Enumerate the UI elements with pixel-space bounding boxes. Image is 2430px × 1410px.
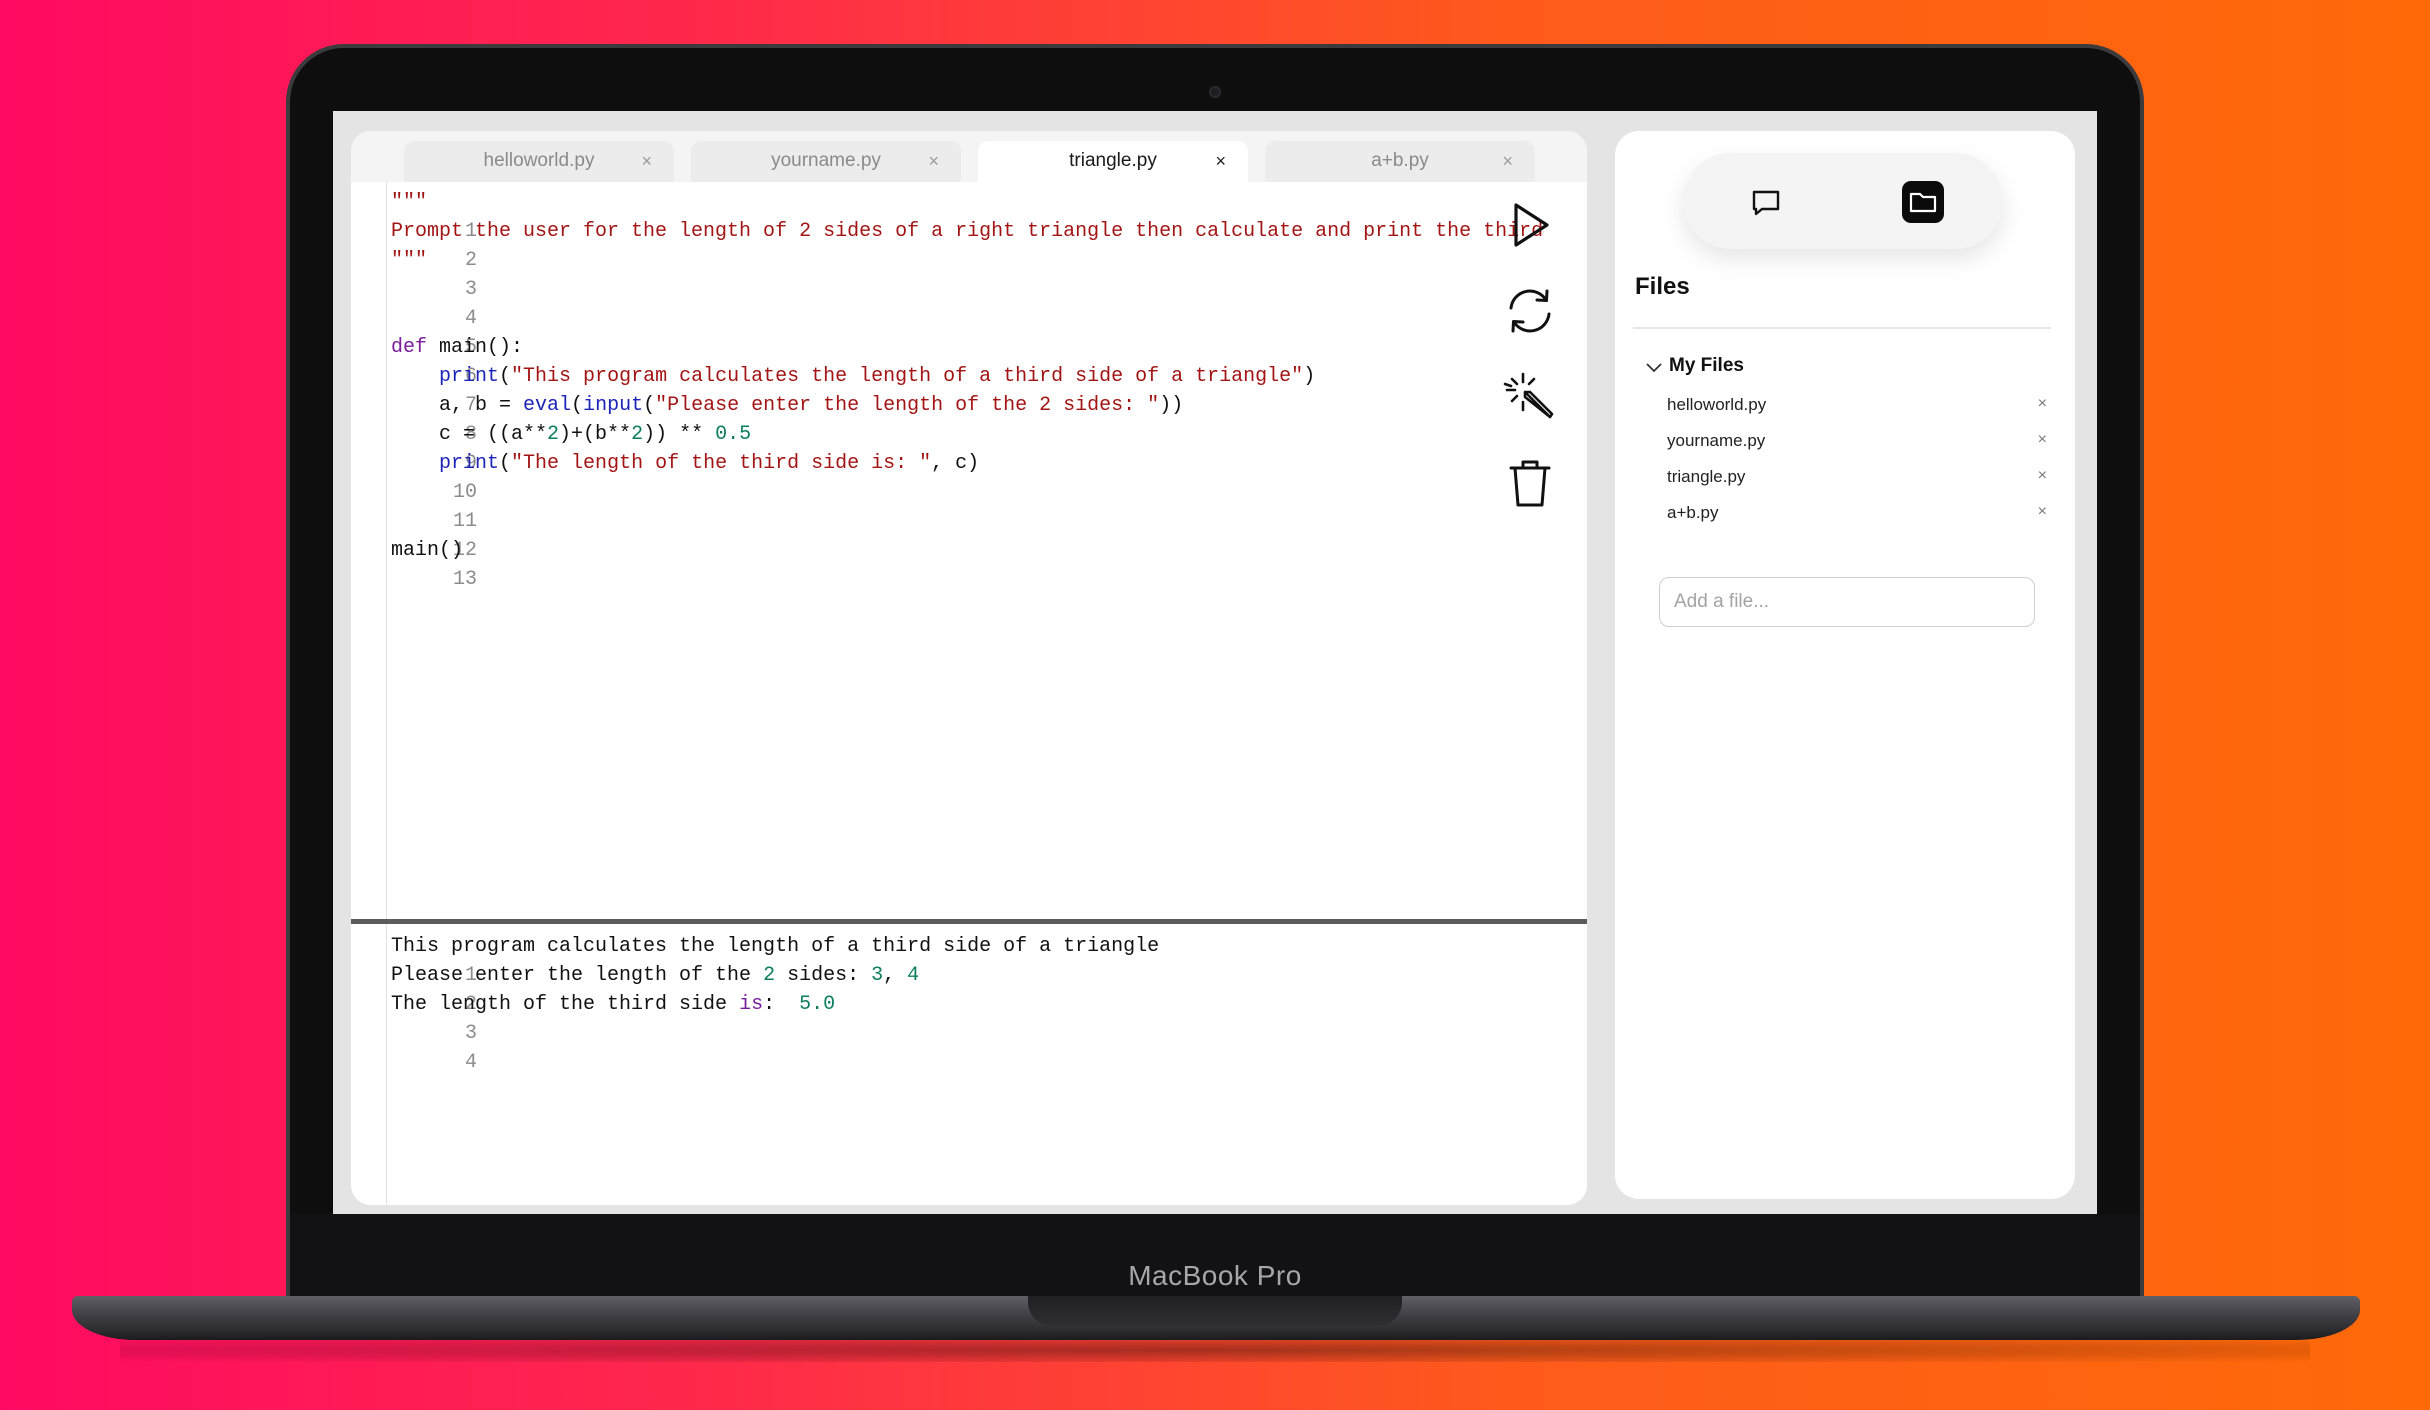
console-line: 3 The length of the third side is: 5.0 xyxy=(351,990,1511,1045)
code-text: Prompt the user for the length of 2 side… xyxy=(391,217,1543,246)
code-line: 3 """ xyxy=(351,246,1511,301)
screen: helloworld.py × yourname.py × triangle.p… xyxy=(333,111,2097,1214)
console-line: 1 This program calculates the length of … xyxy=(351,932,1511,987)
file-item[interactable]: yourname.py × xyxy=(1667,431,2047,455)
code-token: c = ((a**2)+(b**2)) ** 0.5 xyxy=(391,423,752,446)
code-token: """ xyxy=(391,249,428,272)
chevron-down-icon xyxy=(1646,363,1662,373)
console-text: This program calculates the length of a … xyxy=(391,935,1160,958)
code-line: 8 a, b = eval(input("Please enter the le… xyxy=(351,391,1511,446)
file-name: yourname.py xyxy=(1667,431,1766,450)
device-brand-label: MacBook Pro xyxy=(1128,1260,1302,1291)
console-line: 2 Please enter the length of the 2 sides… xyxy=(351,961,1511,1016)
chat-bubble-icon[interactable] xyxy=(1745,181,1787,223)
code-editor[interactable]: 1 """ 2 Prompt the user for the length o… xyxy=(351,182,1587,919)
code-line: 10 print("The length of the third side i… xyxy=(351,449,1511,504)
folder-label: My Files xyxy=(1669,355,1744,376)
file-close-icon[interactable]: × xyxy=(2038,467,2047,485)
refresh-icon[interactable] xyxy=(1503,284,1557,338)
file-item[interactable]: a+b.py × xyxy=(1667,503,2047,527)
code-line: 13 main() xyxy=(351,536,1511,591)
code-token: def main(): xyxy=(391,336,524,359)
file-close-icon[interactable]: × xyxy=(2038,431,2047,449)
code-text: c = ((a**2)+(b**2)) ** 0.5 xyxy=(391,420,751,449)
file-close-icon[interactable]: × xyxy=(2038,395,2047,413)
line-number: 4 xyxy=(465,1051,478,1074)
code-line: 4 xyxy=(351,275,1511,330)
code-text: print("This program calculates the lengt… xyxy=(391,362,1315,391)
code-text: """ xyxy=(391,188,427,217)
tab-label: triangle.py xyxy=(1069,150,1157,171)
code-line: 12 xyxy=(351,507,1511,562)
magic-wand-icon[interactable] xyxy=(1503,370,1557,424)
tab-yourname[interactable]: yourname.py × xyxy=(691,141,961,182)
tab-close-icon[interactable]: × xyxy=(1215,141,1226,181)
file-item[interactable]: helloworld.py × xyxy=(1667,395,2047,419)
code-line: 6 def main(): xyxy=(351,333,1511,388)
console-text: The length of the third side is: 5.0 xyxy=(391,990,835,1019)
console-text: Please enter the length of the 2 sides: … xyxy=(391,961,919,990)
code-token: a, b = eval(input("Please enter the leng… xyxy=(391,394,1184,417)
tab-bar: helloworld.py × yourname.py × triangle.p… xyxy=(351,131,1587,182)
console-output: 1 This program calculates the length of … xyxy=(351,924,1587,1205)
line-number: 13 xyxy=(453,568,478,591)
file-close-icon[interactable]: × xyxy=(2038,503,2047,521)
tab-label: helloworld.py xyxy=(483,150,595,171)
files-heading: Files xyxy=(1635,273,1690,300)
code-text: print("The length of the third side is: … xyxy=(391,449,979,478)
tab-label: a+b.py xyxy=(1371,150,1429,171)
tab-triangle[interactable]: triangle.py × xyxy=(978,141,1248,182)
console-token: The length of the third side is: 5.0 xyxy=(391,993,836,1016)
file-name: helloworld.py xyxy=(1667,395,1767,414)
file-name: triangle.py xyxy=(1667,467,1746,486)
code-line: 5 xyxy=(351,304,1511,359)
code-line: 1 """ xyxy=(351,188,1511,243)
tab-label: yourname.py xyxy=(771,150,881,171)
code-line: 11 xyxy=(351,478,1511,533)
base-shadow xyxy=(120,1338,2310,1362)
code-text: """ xyxy=(391,246,427,275)
trash-icon[interactable] xyxy=(1503,456,1557,510)
tab-helloworld[interactable]: helloworld.py × xyxy=(404,141,674,182)
editor-panel: helloworld.py × yourname.py × triangle.p… xyxy=(351,131,1587,1205)
code-token: """ xyxy=(391,191,428,214)
panel-switcher xyxy=(1683,153,2003,249)
folder-icon[interactable] xyxy=(1902,181,1944,223)
code-line: 2 Prompt the user for the length of 2 si… xyxy=(351,217,1543,272)
tab-a-plus-b[interactable]: a+b.py × xyxy=(1265,141,1535,182)
code-line: 9 c = ((a**2)+(b**2)) ** 0.5 xyxy=(351,420,1511,475)
add-file-input[interactable] xyxy=(1659,577,2035,627)
laptop-notch xyxy=(1028,1296,1402,1326)
camera-icon xyxy=(1209,86,1221,98)
code-token: main() xyxy=(391,539,464,562)
code-token: print("The length of the third side is: … xyxy=(439,452,980,475)
code-text: a, b = eval(input("Please enter the leng… xyxy=(391,391,1183,420)
console-line: 4 xyxy=(351,1019,1511,1074)
code-token: Prompt the user for the length of 2 side… xyxy=(391,220,1544,243)
file-item[interactable]: triangle.py × xyxy=(1667,467,2047,491)
code-line: 7 print("This program calculates the len… xyxy=(351,362,1511,417)
tab-close-icon[interactable]: × xyxy=(641,141,652,181)
files-sidebar: Files My Files helloworld.py × yourname.… xyxy=(1615,131,2075,1199)
divider xyxy=(1633,327,2051,329)
code-text: main() xyxy=(391,536,463,565)
file-name: a+b.py xyxy=(1667,503,1719,522)
console-token: Please enter the length of the 2 sides: … xyxy=(391,964,920,987)
play-icon[interactable] xyxy=(1503,198,1557,252)
code-text: def main(): xyxy=(391,333,523,362)
code-token: print("This program calculates the lengt… xyxy=(439,365,1316,388)
tab-close-icon[interactable]: × xyxy=(1502,141,1513,181)
tab-close-icon[interactable]: × xyxy=(928,141,939,181)
